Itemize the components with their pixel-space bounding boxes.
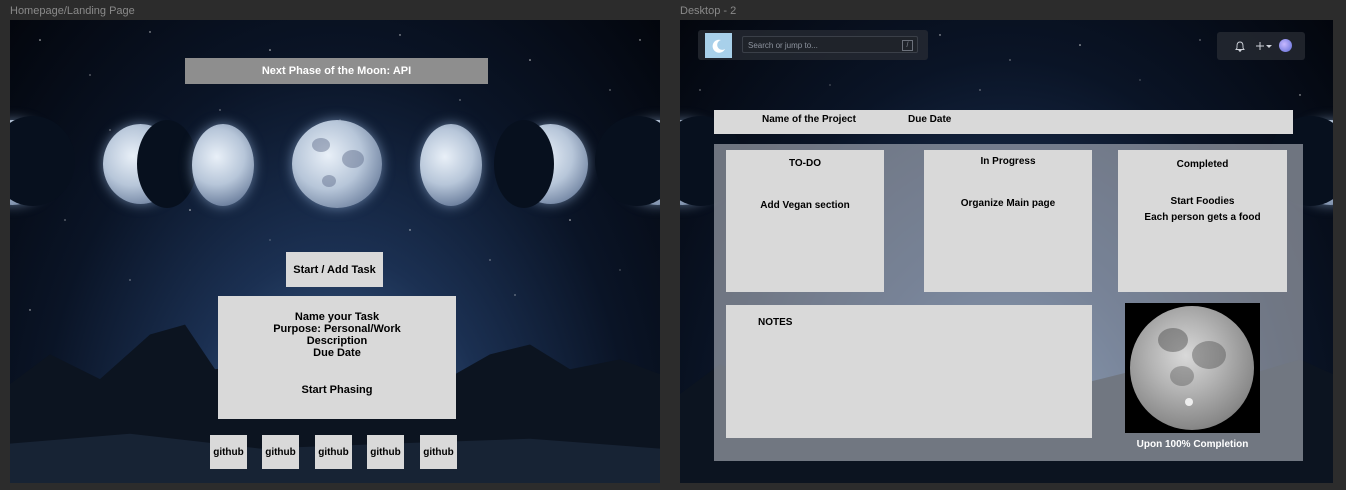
moon-disc [1130, 306, 1254, 430]
frame-label-landing: Homepage/Landing Page [10, 5, 135, 17]
bell-icon[interactable] [1235, 41, 1245, 52]
task-form: Name your Task Purpose: Personal/Work De… [218, 296, 456, 419]
project-name[interactable]: Name of the Project [762, 114, 856, 125]
moon-full [292, 120, 382, 208]
column-in-progress-title: In Progress [980, 156, 1036, 167]
task-due-date-field[interactable]: Due Date [218, 347, 456, 359]
github-link-4[interactable]: github [367, 435, 404, 469]
api-banner: Next Phase of the Moon: API [185, 58, 488, 84]
search-placeholder: Search or jump to... [748, 41, 818, 50]
moon-shadow [137, 120, 197, 208]
column-todo-title: TO-DO [788, 158, 822, 169]
top-bar-left: Search or jump to... / [698, 30, 928, 60]
top-bar-right [1217, 32, 1305, 60]
task-description-field[interactable]: Description [218, 335, 456, 347]
plus-icon[interactable] [1255, 41, 1265, 51]
column-completed: Completed Start Foodies Each person gets… [1118, 150, 1287, 292]
moon-shadow [494, 120, 554, 208]
notes-title: NOTES [758, 317, 793, 328]
github-link-2[interactable]: github [262, 435, 299, 469]
project-header-bar: Name of the Project Due Date [714, 110, 1293, 134]
column-in-progress: In Progress Organize Main page [924, 150, 1092, 292]
completion-caption: Upon 100% Completion [1136, 439, 1249, 450]
chevron-down-icon[interactable] [1266, 44, 1272, 49]
task-purpose-field[interactable]: Purpose: Personal/Work [218, 323, 456, 335]
search-input[interactable]: Search or jump to... / [742, 36, 918, 53]
start-add-task-button[interactable]: Start / Add Task [286, 252, 383, 287]
full-moon-image [1125, 303, 1260, 433]
avatar[interactable] [1279, 39, 1292, 52]
task-card[interactable]: Each person gets a food [1118, 210, 1287, 226]
column-completed-title: Completed [1176, 159, 1229, 170]
desktop-frame: Search or jump to... / Name of the Proje… [680, 20, 1333, 483]
moon-gibbous-2 [192, 124, 254, 206]
task-card[interactable]: Add Vegan section [726, 198, 884, 214]
github-link-3[interactable]: github [315, 435, 352, 469]
github-link-5[interactable]: github [420, 435, 457, 469]
shortcut-key: / [902, 40, 913, 51]
column-todo: TO-DO Add Vegan section [726, 150, 884, 292]
moon-icon[interactable] [705, 33, 732, 58]
project-due-date[interactable]: Due Date [908, 114, 951, 125]
start-phasing-button[interactable]: Start Phasing [218, 384, 456, 396]
task-card[interactable]: Organize Main page [924, 196, 1092, 212]
task-name-field[interactable]: Name your Task [218, 311, 456, 323]
notes-panel[interactable]: NOTES [726, 305, 1092, 438]
moon-gibbous-3 [420, 124, 482, 206]
task-card[interactable]: Start Foodies [1118, 194, 1287, 210]
frame-label-desktop: Desktop - 2 [680, 5, 737, 17]
landing-page-frame: Next Phase of the Moon: API Start / Add … [10, 20, 660, 483]
github-link-1[interactable]: github [210, 435, 247, 469]
